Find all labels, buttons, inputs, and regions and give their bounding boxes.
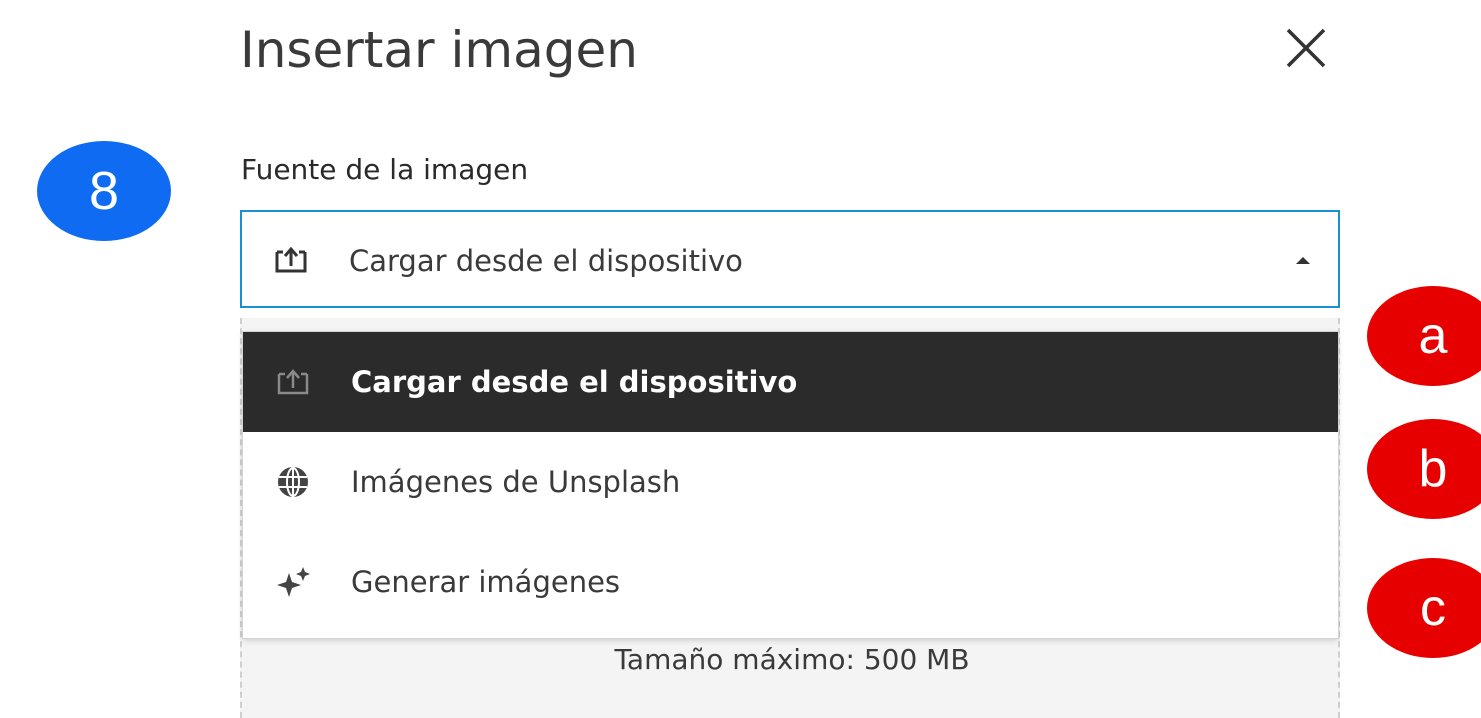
max-size-text: Tamaño máximo: 500 MB: [614, 643, 970, 676]
close-button[interactable]: [1276, 22, 1336, 74]
sparkle-icon: [277, 567, 310, 597]
globe-icon: [278, 467, 308, 497]
select-value: Cargar desde el dispositivo: [349, 244, 743, 278]
image-source-menu: Cargar desde el dispositivo Imágenes de …: [243, 332, 1338, 638]
upload-icon: [275, 246, 307, 273]
menu-item-label: Imágenes de Unsplash: [351, 465, 681, 499]
menu-item-label: Cargar desde el dispositivo: [351, 365, 798, 399]
image-source-select[interactable]: Cargar desde el dispositivo: [240, 210, 1340, 308]
menu-item-label: Generar imágenes: [351, 565, 621, 599]
annotation-marker-c: c: [1367, 558, 1481, 658]
annotation-marker-a: a: [1367, 286, 1481, 386]
dialog-title: Insertar imagen: [240, 21, 638, 79]
menu-item-upload-device[interactable]: Cargar desde el dispositivo: [243, 332, 1338, 432]
menu-item-unsplash[interactable]: Imágenes de Unsplash: [243, 432, 1338, 532]
close-icon: [1286, 28, 1326, 68]
step-number-badge: 8: [37, 141, 171, 241]
menu-item-generate-images[interactable]: Generar imágenes: [243, 532, 1338, 632]
upload-icon: [277, 369, 309, 395]
image-source-label: Fuente de la imagen: [241, 153, 529, 186]
annotation-marker-b: b: [1367, 419, 1481, 519]
caret-up-icon: [1296, 257, 1310, 264]
